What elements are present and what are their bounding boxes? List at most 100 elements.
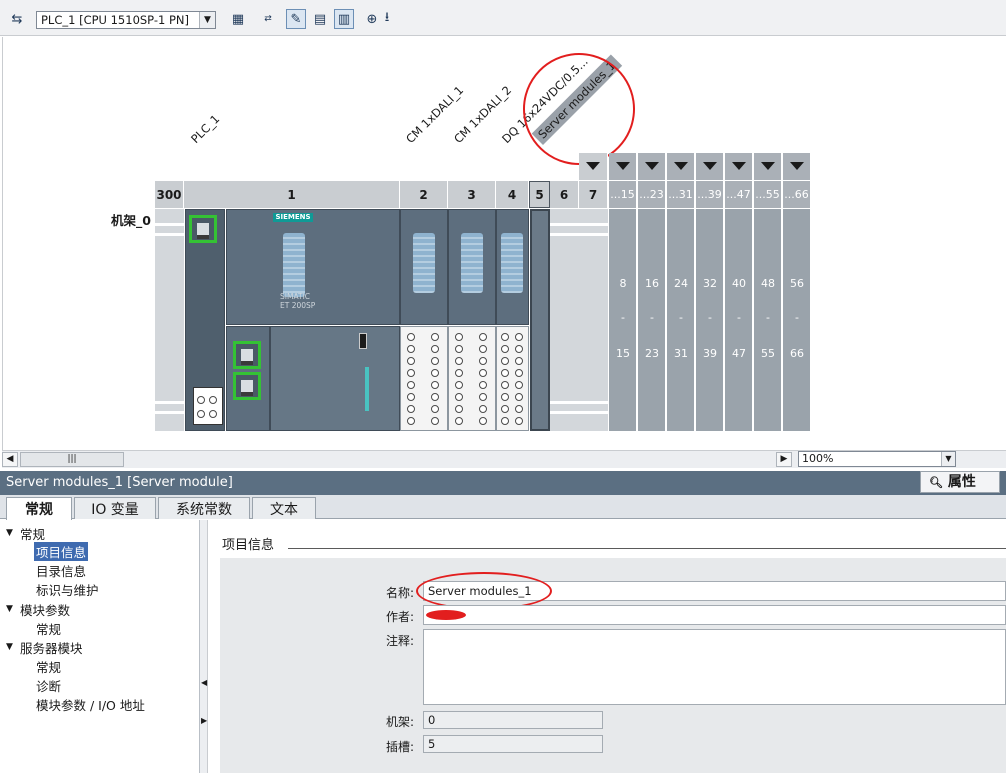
property-tree: ▼ 常规 项目信息 目录信息 标识与维护 ▼ 模块参数 常规 ▼ 服务器模块 常…: [0, 520, 200, 773]
range-tab[interactable]: ...66: [783, 181, 811, 208]
range-separator: -: [795, 311, 799, 324]
range-start: 24: [674, 277, 688, 290]
tree-item-server-general[interactable]: 常规: [36, 657, 61, 676]
expand-button[interactable]: [696, 153, 724, 180]
comment-field[interactable]: [423, 629, 1006, 705]
slot-label: 插槽:: [385, 740, 414, 754]
tree-item-identification[interactable]: 标识与维护: [36, 580, 99, 599]
module-connector: [501, 233, 523, 293]
scroll-left-icon[interactable]: ◀: [2, 452, 18, 467]
range-separator: -: [708, 311, 712, 324]
cpu-model-line2: ET 200SP: [280, 301, 316, 310]
range-end: 66: [790, 347, 804, 360]
chevron-down-icon[interactable]: ▼: [941, 452, 955, 466]
device-select[interactable]: PLC_1 [CPU 1510SP-1 PN] ▼: [36, 11, 216, 29]
tree-item-diagnostics[interactable]: 诊断: [36, 676, 61, 695]
terminal-block-2[interactable]: [400, 326, 448, 431]
range-column[interactable]: 56 - 66: [783, 209, 811, 431]
expand-button[interactable]: [667, 153, 695, 180]
siemens-logo: SIEMENS: [273, 213, 313, 222]
cpu-model-line1: SIMATIC: [280, 292, 311, 301]
range-start: 8: [619, 277, 627, 290]
terminal-block-3[interactable]: [448, 326, 496, 431]
range-column[interactable]: 24 - 31: [667, 209, 695, 431]
expand-button[interactable]: [725, 153, 753, 180]
expand-right-icon[interactable]: ▶: [201, 716, 207, 725]
device-view-icon[interactable]: ▦: [228, 9, 248, 29]
tab-texts[interactable]: 文本: [252, 497, 316, 519]
network-icon[interactable]: ⇆: [7, 9, 27, 29]
range-separator: -: [737, 311, 741, 324]
chevron-down-icon[interactable]: ▼: [199, 12, 215, 28]
tab-general[interactable]: 常规: [6, 497, 72, 520]
rail-slot-300[interactable]: [155, 209, 184, 431]
range-column[interactable]: 40 - 47: [725, 209, 753, 431]
overview-icon[interactable]: ▥: [334, 9, 354, 29]
range-separator: -: [650, 311, 654, 324]
rack-label: 机架:: [385, 715, 414, 729]
range-column[interactable]: 8 - 15: [609, 209, 637, 431]
expand-button[interactable]: [783, 153, 811, 180]
tree-item-catalog-info[interactable]: 目录信息: [36, 561, 86, 580]
project-info-form: 名称: Server modules_1 作者: 注释: 机架: 0 插槽: 5: [220, 558, 1006, 773]
section-divider: [288, 548, 1006, 549]
tree-item-project-info[interactable]: 项目信息: [34, 542, 89, 561]
range-end: 23: [645, 347, 659, 360]
tree-item-server-module[interactable]: 服务器模块: [20, 638, 83, 657]
collapse-left-icon[interactable]: ◀: [201, 678, 207, 687]
tree-item-module-params[interactable]: 模块参数: [20, 600, 70, 619]
range-tab[interactable]: ...39: [696, 181, 724, 208]
grid-icon[interactable]: ▤: [310, 9, 330, 29]
expand-button[interactable]: [754, 153, 782, 180]
slot-number: 7: [579, 181, 608, 208]
expanded-icon[interactable]: ▼: [6, 642, 13, 652]
tree-item-io-address[interactable]: 模块参数 / I/O 地址: [36, 695, 145, 714]
module-label-plc: PLC_1: [188, 111, 223, 146]
author-field[interactable]: [423, 605, 1006, 625]
collapse-button[interactable]: [579, 153, 608, 180]
range-column[interactable]: 48 - 55: [754, 209, 782, 431]
zoom-select[interactable]: 100% ▼: [798, 451, 956, 467]
range-start: 16: [645, 277, 659, 290]
range-start: 56: [790, 277, 804, 290]
ethernet-port-icon: [189, 215, 217, 243]
tree-item-module-general[interactable]: 常规: [36, 619, 61, 638]
properties-tab[interactable]: 🔍︎ 属性: [920, 471, 1000, 493]
range-column[interactable]: 32 - 39: [696, 209, 724, 431]
rail-slot-7[interactable]: [579, 209, 608, 431]
tab-io-tags[interactable]: IO 变量: [74, 497, 156, 519]
tree-item-general[interactable]: 常规: [20, 524, 45, 543]
zoom-in-icon[interactable]: ⊕: [362, 9, 382, 29]
cpu-base-unit[interactable]: [270, 326, 400, 431]
range-column[interactable]: 16 - 23: [638, 209, 666, 431]
module-connector: [413, 233, 435, 293]
tab-system-constants[interactable]: 系统常数: [158, 497, 250, 519]
range-separator: -: [621, 311, 625, 324]
range-tab[interactable]: ...55: [754, 181, 782, 208]
rail-slot-6[interactable]: [550, 209, 579, 431]
expand-button[interactable]: [638, 153, 666, 180]
expanded-icon[interactable]: ▼: [6, 604, 13, 614]
expand-button[interactable]: [609, 153, 637, 180]
server-module[interactable]: [530, 209, 550, 431]
scroll-thumb[interactable]: |||: [20, 452, 124, 467]
slot-number: 4: [496, 181, 529, 208]
range-tab[interactable]: ...47: [725, 181, 753, 208]
range-tab[interactable]: ...15: [609, 181, 637, 208]
bus-adapter: [193, 387, 223, 425]
edit-icon[interactable]: ✎: [286, 9, 306, 29]
device-canvas[interactable]: PLC_1 CM 1xDALI_1 CM 1xDALI_2 DQ 16x24VD…: [2, 32, 1006, 450]
range-tab[interactable]: ...31: [667, 181, 695, 208]
slot-number: 300: [155, 181, 184, 208]
slot-number-selected[interactable]: 5: [529, 181, 550, 208]
range-tab[interactable]: ...23: [638, 181, 666, 208]
splitter[interactable]: ◀ ▶: [200, 520, 208, 773]
terminal-block-4[interactable]: [496, 326, 529, 431]
download-icon[interactable]: ⭳: [380, 9, 394, 29]
expanded-icon[interactable]: ▼: [6, 528, 13, 538]
section-title: 项目信息: [222, 538, 275, 553]
author-label: 作者:: [385, 610, 414, 624]
rack-field: 0: [423, 711, 603, 729]
ip-address-icon[interactable]: ⇄: [258, 9, 278, 29]
scroll-right-icon[interactable]: ▶: [776, 452, 792, 467]
